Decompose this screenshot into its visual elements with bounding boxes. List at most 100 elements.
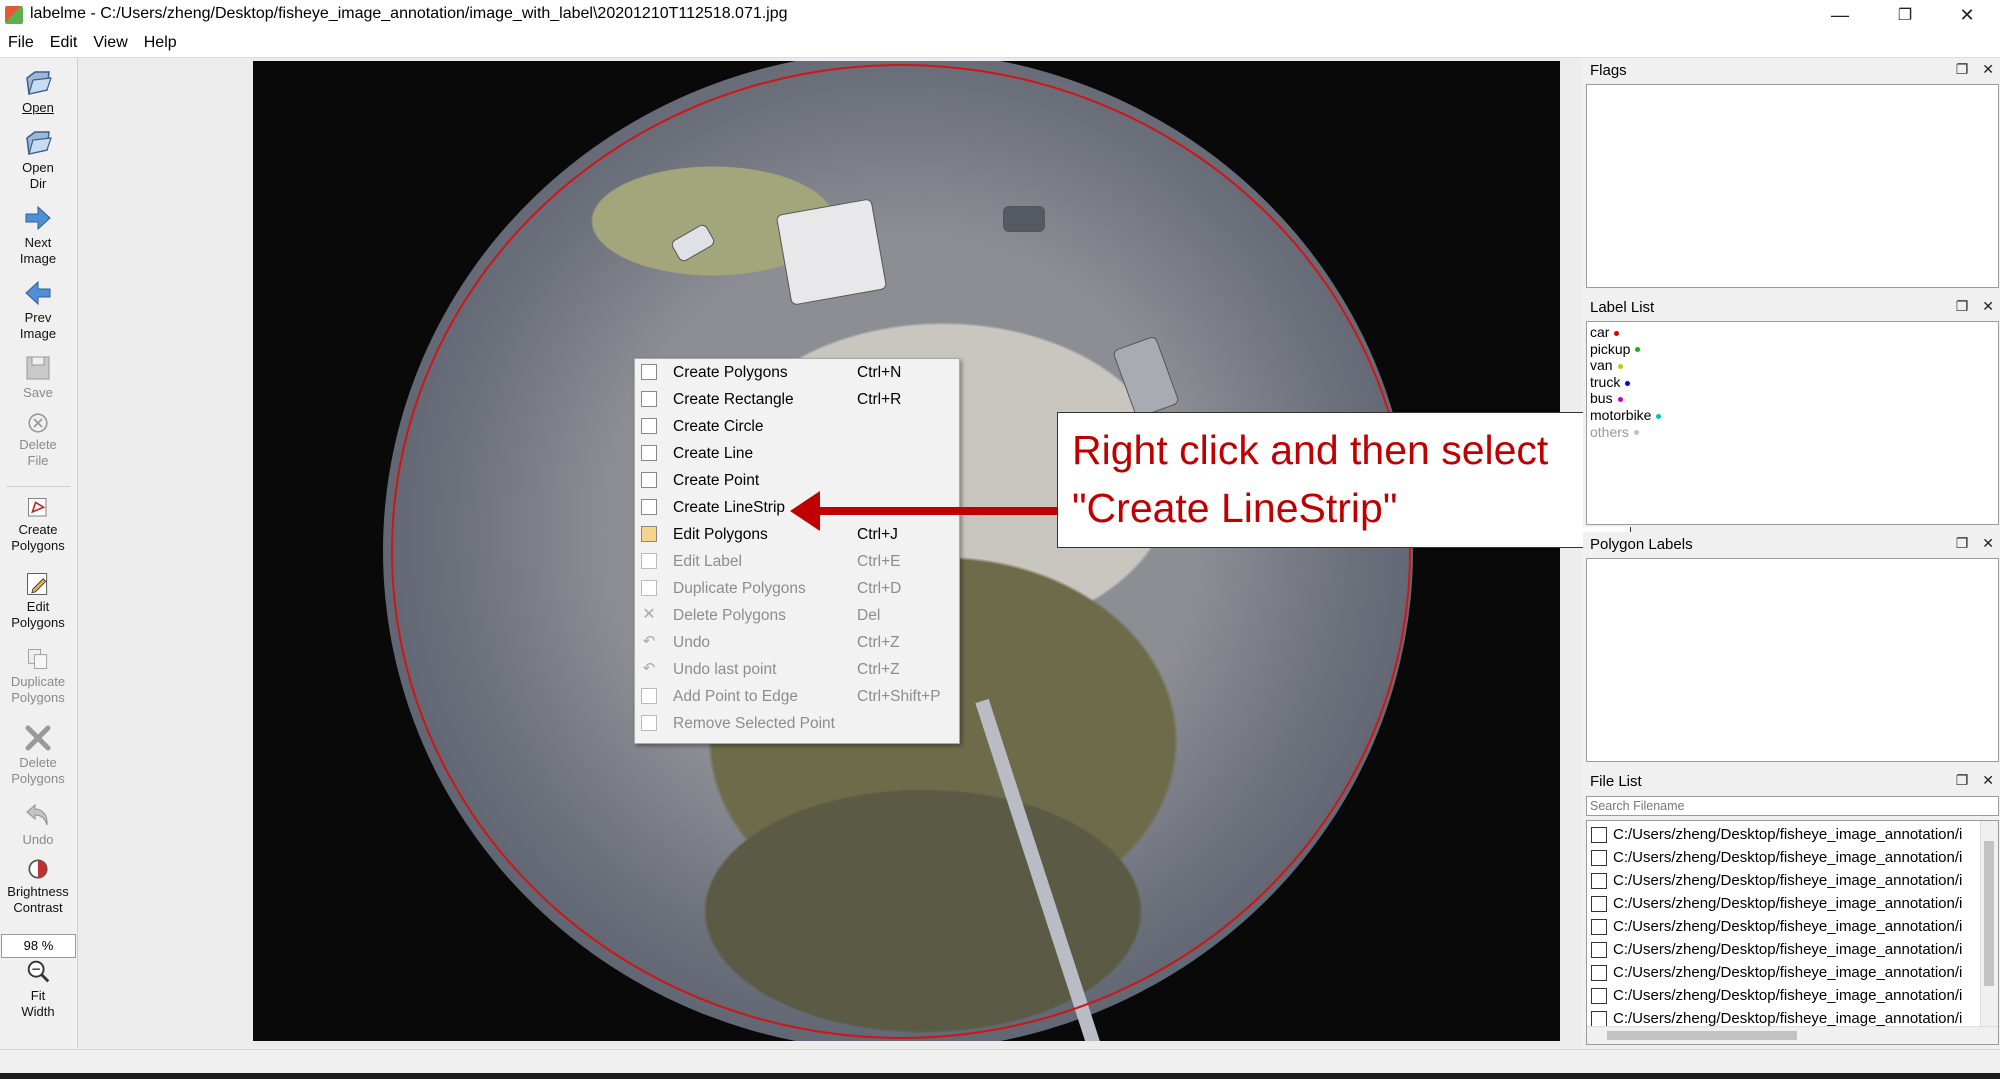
checkbox[interactable] <box>1591 988 1607 1005</box>
polygon-labels-list[interactable] <box>1586 558 1999 762</box>
checkbox[interactable] <box>1591 942 1607 959</box>
file-list-dock: File List ❐ ✕ Search Filename C:/Users/z… <box>1583 769 2000 1047</box>
undo-arrow-icon: ↶ <box>642 633 656 650</box>
tool-bar: Open Open Dir Next Image Prev Image Save… <box>0 58 78 1048</box>
menu-item-undo-last-point[interactable]: ↶ Undo last point Ctrl+Z <box>635 656 959 683</box>
checkbox[interactable] <box>1591 965 1607 982</box>
open-dir-button[interactable]: Open Dir <box>0 128 76 192</box>
undo-button[interactable]: Undo <box>0 800 76 848</box>
label-item[interactable]: car <box>1587 324 1998 341</box>
canvas-area[interactable]: Create Polygons Ctrl+N Create Rectangle … <box>78 58 1581 1048</box>
horizontal-scrollbar[interactable] <box>1587 1026 1998 1044</box>
title-bar: labelme - C:/Users/zheng/Desktop/fisheye… <box>0 0 2000 30</box>
close-window-button[interactable]: ✕ <box>1937 0 1997 30</box>
file-list-item[interactable]: C:/Users/zheng/Desktop/fisheye_image_ann… <box>1591 892 1976 915</box>
menu-help[interactable]: Help <box>136 30 185 57</box>
file-list-item[interactable]: C:/Users/zheng/Desktop/fisheye_image_ann… <box>1591 984 1976 1007</box>
file-list-item[interactable]: C:/Users/zheng/Desktop/fisheye_image_ann… <box>1591 938 1976 961</box>
zoom-level-input[interactable]: 98 % <box>1 934 76 958</box>
fit-width-button[interactable]: Fit Width <box>0 958 76 1020</box>
checkbox[interactable] <box>1591 896 1607 913</box>
vertical-scrollbar[interactable] <box>1980 821 1998 1044</box>
float-dock-icon[interactable]: ❐ <box>1956 772 1969 789</box>
edit-pencil-icon <box>641 715 657 731</box>
delete-file-label-2: File <box>27 453 49 468</box>
restore-button[interactable]: ❐ <box>1875 0 1935 30</box>
flags-list[interactable] <box>1586 84 1999 288</box>
menu-item-edit-label[interactable]: Edit Label Ctrl+E <box>635 548 959 575</box>
brightness-contrast-button[interactable]: Brightness Contrast <box>0 856 76 916</box>
file-list[interactable]: C:/Users/zheng/Desktop/fisheye_image_ann… <box>1586 820 1999 1045</box>
close-dock-icon[interactable]: ✕ <box>1982 535 1994 552</box>
menu-item-create-rectangle[interactable]: Create Rectangle Ctrl+R <box>635 386 959 413</box>
edit-label-1: Edit <box>26 599 50 614</box>
menu-item-remove-selected-point[interactable]: Remove Selected Point <box>635 710 959 737</box>
scroll-thumb[interactable] <box>1607 1031 1797 1040</box>
label-list[interactable]: car pickup van truck bus motorbike other… <box>1586 321 1999 525</box>
close-dock-icon[interactable]: ✕ <box>1982 61 1994 78</box>
label-item[interactable]: motorbike <box>1587 407 1998 424</box>
file-list-item[interactable]: C:/Users/zheng/Desktop/fisheye_image_ann… <box>1591 846 1976 869</box>
create-label-2: Polygons <box>11 538 65 553</box>
checkbox[interactable] <box>1591 850 1607 867</box>
float-dock-icon[interactable]: ❐ <box>1956 61 1969 78</box>
file-list-item[interactable]: C:/Users/zheng/Desktop/fisheye_image_ann… <box>1591 915 1976 938</box>
label-item[interactable]: truck <box>1587 374 1998 391</box>
create-polygons-button[interactable]: Create Polygons <box>0 496 76 554</box>
dock-buttons: ❐ ✕ <box>1956 772 1994 789</box>
delete-polygons-button[interactable]: Delete Polygons <box>0 723 76 787</box>
label-item[interactable]: bus <box>1587 390 1998 407</box>
menu-item-create-point[interactable]: Create Point <box>635 467 959 494</box>
menu-item-duplicate-polygons[interactable]: Duplicate Polygons Ctrl+D <box>635 575 959 602</box>
color-dot-icon <box>1633 430 1639 436</box>
color-dot-icon <box>1614 330 1620 336</box>
open-button[interactable]: Open <box>0 68 76 116</box>
edit-pencil-icon <box>641 553 657 569</box>
color-dot-icon <box>1635 347 1641 353</box>
minimize-button[interactable]: — <box>1810 0 1870 30</box>
file-list-item[interactable]: C:/Users/zheng/Desktop/fisheye_image_ann… <box>1591 823 1976 846</box>
close-dock-icon[interactable]: ✕ <box>1982 772 1994 789</box>
checkbox[interactable] <box>1591 919 1607 936</box>
label-item[interactable]: pickup <box>1587 341 1998 358</box>
file-list-item[interactable]: C:/Users/zheng/Desktop/fisheye_image_ann… <box>1591 869 1976 892</box>
create-polygon-icon <box>641 391 657 407</box>
edit-label-2: Polygons <box>11 615 65 630</box>
close-dock-icon[interactable]: ✕ <box>1982 298 1994 315</box>
menu-item-create-polygons[interactable]: Create Polygons Ctrl+N <box>635 359 959 386</box>
create-polygon-icon <box>641 499 657 515</box>
label-item[interactable]: others <box>1587 424 1998 441</box>
edit-pencil-icon <box>641 688 657 704</box>
callout-line-1: Right click and then select <box>1072 427 1549 473</box>
save-button[interactable]: Save <box>0 353 76 401</box>
checkbox[interactable] <box>1591 827 1607 844</box>
file-list-item[interactable]: C:/Users/zheng/Desktop/fisheye_image_ann… <box>1591 961 1976 984</box>
polygon-labels-dock: Polygon Labels ❐ ✕ <box>1583 532 2000 764</box>
bright-label-1: Brightness <box>7 884 69 899</box>
checkbox[interactable] <box>1591 1011 1607 1028</box>
edit-polygons-button[interactable]: Edit Polygons <box>0 571 76 631</box>
zoom-fit-icon <box>27 960 50 983</box>
duplicate-polygons-button[interactable]: Duplicate Polygons <box>0 646 76 706</box>
menu-edit[interactable]: Edit <box>42 30 86 57</box>
checkbox[interactable] <box>1591 873 1607 890</box>
float-dock-icon[interactable]: ❐ <box>1956 535 1969 552</box>
label-item[interactable]: van <box>1587 357 1998 374</box>
polygon-labels-title: Polygon Labels <box>1590 536 1693 553</box>
delete-file-button[interactable]: Delete File <box>0 411 76 469</box>
edit-pencil-icon <box>27 573 48 595</box>
menu-item-undo[interactable]: ↶ Undo Ctrl+Z <box>635 629 959 656</box>
scroll-thumb[interactable] <box>1984 841 1994 986</box>
file-list-title: File List <box>1590 773 1642 790</box>
prev-image-button[interactable]: Prev Image <box>0 278 76 342</box>
menu-item-delete-polygons[interactable]: ✕ Delete Polygons Del <box>635 602 959 629</box>
menu-view[interactable]: View <box>85 30 135 57</box>
menu-item-add-point-to-edge[interactable]: Add Point to Edge Ctrl+Shift+P <box>635 683 959 710</box>
flags-title: Flags <box>1590 62 1627 79</box>
menu-item-create-circle[interactable]: Create Circle <box>635 413 959 440</box>
float-dock-icon[interactable]: ❐ <box>1956 298 1969 315</box>
menu-file[interactable]: File <box>0 30 42 57</box>
menu-item-create-line[interactable]: Create Line <box>635 440 959 467</box>
next-image-button[interactable]: Next Image <box>0 203 76 267</box>
search-filename-input[interactable]: Search Filename <box>1586 796 1999 816</box>
